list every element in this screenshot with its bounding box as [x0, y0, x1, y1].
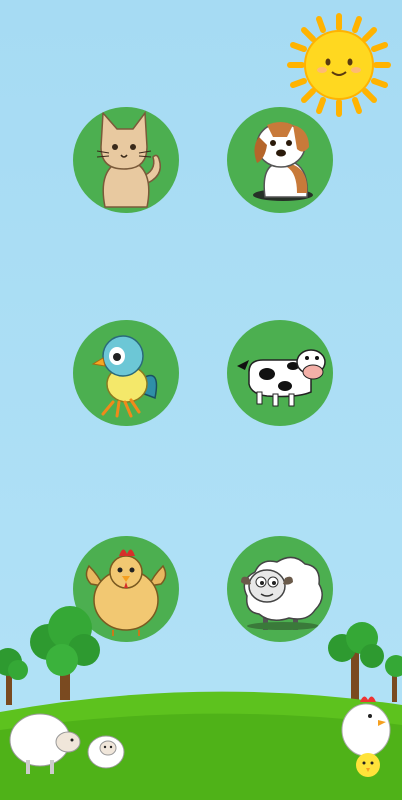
- hen-icon: [85, 549, 167, 636]
- cat-button[interactable]: [73, 107, 179, 213]
- hen-button[interactable]: [73, 536, 179, 642]
- cow-icon: [237, 349, 326, 407]
- bird-button[interactable]: [73, 320, 179, 426]
- bird-icon: [91, 335, 158, 418]
- cat-icon: [96, 110, 161, 208]
- sheep-icon: [241, 556, 323, 630]
- cow-button[interactable]: [227, 320, 333, 426]
- sun-icon: [287, 13, 391, 117]
- dog-icon: [253, 122, 313, 201]
- sky-background: [0, 0, 402, 800]
- dog-button[interactable]: [227, 107, 333, 213]
- sheep-button[interactable]: [227, 536, 333, 642]
